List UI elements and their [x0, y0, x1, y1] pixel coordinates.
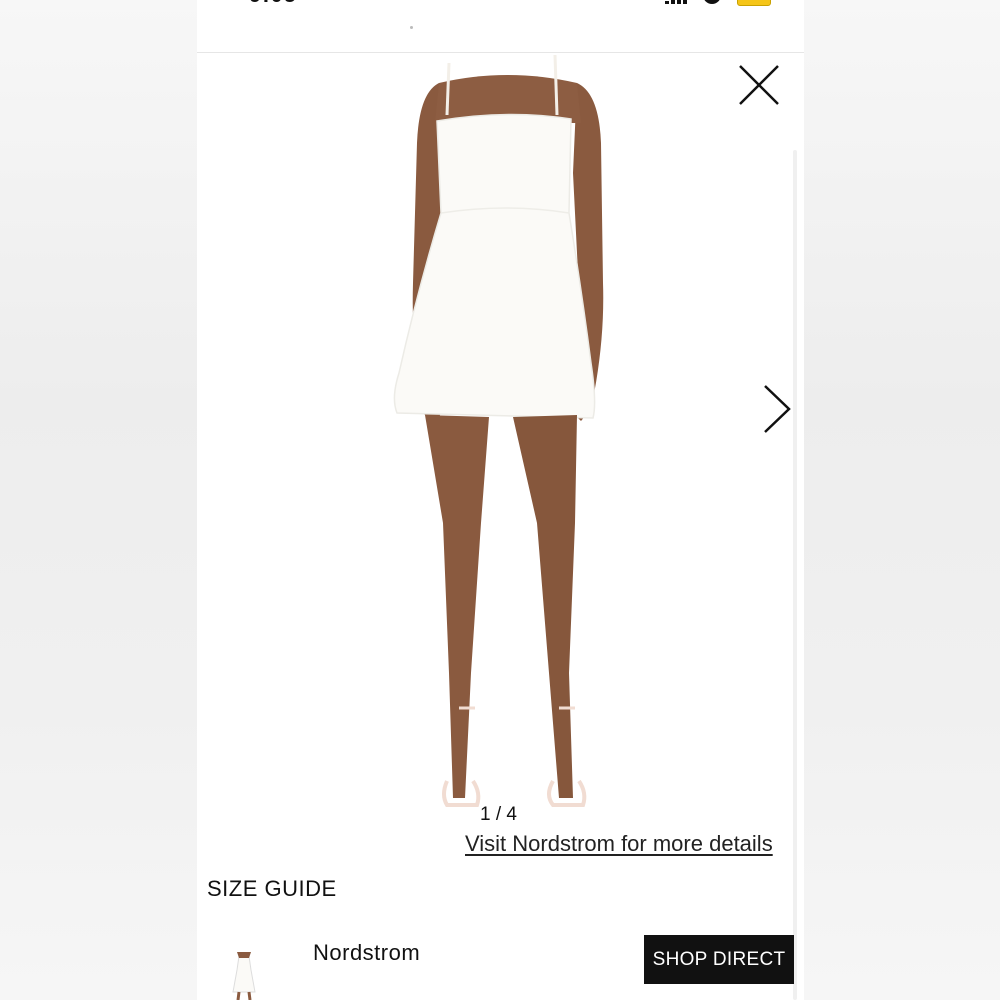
page-indicator: 1 / 4 — [480, 804, 517, 825]
size-guide-button[interactable]: SIZE GUIDE — [207, 876, 337, 902]
status-bar: 9:05 — [197, 0, 804, 53]
phone-screen: 9:05 — [197, 0, 804, 1000]
battery-icon — [737, 0, 771, 6]
product-image-gallery[interactable] — [197, 53, 804, 825]
product-photo — [393, 54, 604, 807]
product-thumbnail — [232, 952, 256, 1000]
shop-direct-button[interactable]: SHOP DIRECT — [644, 935, 794, 984]
wifi-icon — [703, 0, 721, 4]
signal-icon — [665, 0, 687, 4]
camera-dot — [410, 26, 413, 29]
chevron-right-icon[interactable] — [757, 383, 793, 435]
status-time: 9:05 — [249, 0, 297, 8]
background-left — [0, 0, 197, 1000]
background-right — [804, 0, 1000, 1000]
close-icon[interactable] — [735, 61, 783, 109]
scrollbar[interactable] — [793, 150, 797, 1000]
visit-retailer-link[interactable]: Visit Nordstrom for more details — [465, 831, 773, 857]
retailer-name: Nordstrom — [313, 940, 421, 965]
